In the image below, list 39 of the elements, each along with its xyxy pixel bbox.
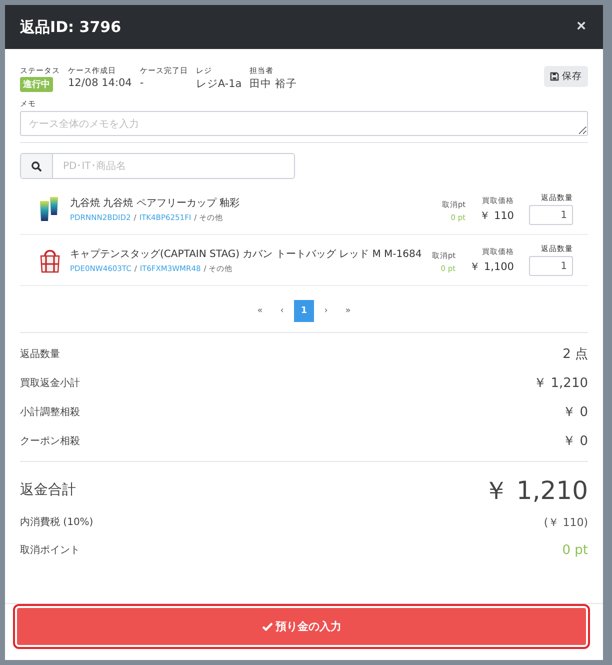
- product-name: キャプテンスタッグ(CAPTAIN STAG) カバン トートバッグ レッド M M-1684: [70, 248, 423, 260]
- status-badge: 進行中: [20, 77, 53, 92]
- summary-value: ￥ 0: [562, 432, 588, 450]
- summary-value: ￥ 1,210: [534, 374, 588, 392]
- product-name: 九谷焼 九谷焼 ペアフリーカップ 釉彩: [70, 196, 241, 210]
- save-icon: [550, 72, 559, 81]
- summary-label: 買取返金小計: [20, 376, 80, 390]
- total-label: 返金合計: [20, 481, 76, 499]
- summary-label: 小計調整相殺: [20, 406, 80, 418]
- check-icon: [262, 622, 272, 631]
- field-value: 12/08 14:04: [68, 77, 132, 89]
- detail-value: (￥ 110): [544, 514, 588, 530]
- summary-label: クーポン相殺: [20, 434, 80, 448]
- memo-field[interactable]: ケース全体のメモを入力: [20, 111, 588, 136]
- field-value: レジA-1a: [196, 77, 242, 91]
- detail-label: 取消ポイント: [20, 544, 80, 557]
- submit-button[interactable]: 預り金の入力: [15, 606, 588, 647]
- quantity-field[interactable]: 1: [529, 256, 573, 276]
- detail-value: 0 pt: [562, 542, 588, 558]
- search-field[interactable]: PD･IT･商品名: [20, 153, 295, 179]
- save-button[interactable]: 保存: [544, 66, 588, 87]
- total-value: ￥ 1,210: [483, 474, 588, 506]
- page-link[interactable]: ›: [316, 300, 336, 322]
- price-value: ￥ 1,100: [470, 260, 514, 274]
- field-value: -: [140, 77, 144, 89]
- tote-bag-thumbnail: [38, 247, 62, 273]
- page-link[interactable]: «: [250, 300, 270, 322]
- field-value: 田中 裕子: [250, 77, 298, 91]
- close-button[interactable]: ×: [574, 18, 588, 36]
- detail-label: 内消費税 (10%): [20, 516, 94, 529]
- summary-value: ￥ 0: [562, 404, 588, 420]
- summary-label: 返品数量: [20, 348, 60, 360]
- search-icon: [31, 160, 42, 172]
- price-value: ￥ 110: [480, 208, 514, 222]
- page-link[interactable]: »: [338, 300, 358, 322]
- quantity-field[interactable]: 1: [529, 205, 573, 225]
- page-link[interactable]: ‹: [272, 300, 292, 322]
- summary-value: 2 点: [562, 346, 588, 362]
- modal-title: 返品ID: 3796: [20, 18, 122, 36]
